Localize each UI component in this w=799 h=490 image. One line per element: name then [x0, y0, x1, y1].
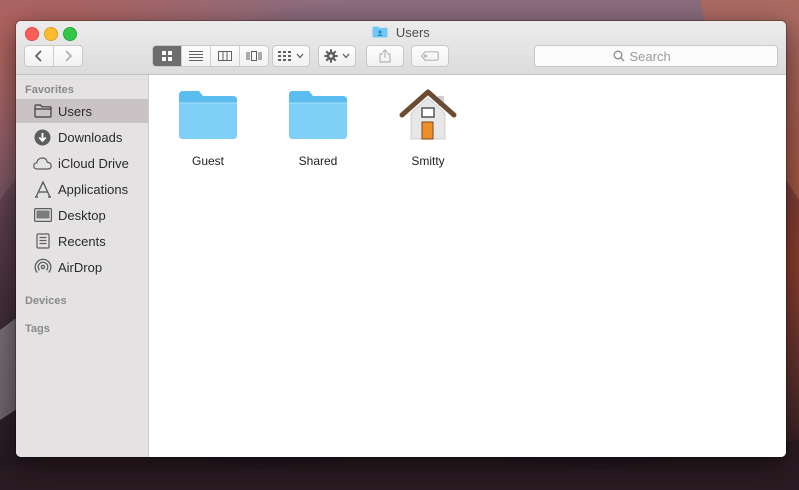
- sidebar-item-downloads[interactable]: Downloads: [16, 125, 148, 149]
- download-icon: [34, 129, 51, 145]
- file-browser: Guest Shared Smitty: [149, 75, 786, 457]
- gear-icon: [324, 49, 338, 63]
- list-view-button[interactable]: [182, 46, 211, 66]
- home-icon: [399, 89, 457, 140]
- chevron-down-icon: [342, 53, 350, 59]
- sidebar-item-label: iCloud Drive: [58, 155, 129, 171]
- file-name: Smitty: [411, 154, 445, 168]
- recents-icon: [35, 233, 50, 249]
- favorites-heading: Favorites: [25, 84, 74, 96]
- arrange-grid-icon: [278, 51, 291, 61]
- share-icon: [379, 49, 391, 63]
- sidebar-item-label: Downloads: [58, 129, 123, 145]
- sidebar-item-label: AirDrop: [58, 259, 103, 275]
- view-switcher: [152, 45, 269, 67]
- folder-icon: [372, 26, 388, 38]
- file-item-smitty[interactable]: Smitty: [383, 89, 473, 168]
- chevron-left-icon: [34, 50, 42, 62]
- applications-icon: [34, 180, 51, 198]
- share-button[interactable]: [366, 45, 404, 67]
- sidebar-item-recents[interactable]: Recents: [16, 229, 148, 253]
- column-view-button[interactable]: [211, 46, 240, 66]
- sidebar-item-label: Recents: [58, 233, 106, 249]
- cover-flow-button[interactable]: [240, 46, 268, 66]
- finder-window: Users Search Favorites Users Downloads i…: [16, 21, 786, 457]
- sidebar-item-airdrop[interactable]: AirDrop: [16, 255, 148, 279]
- list-view-icon: [189, 51, 203, 61]
- chevron-right-icon: [65, 50, 73, 62]
- search-icon: [613, 50, 624, 62]
- action-button[interactable]: [318, 45, 356, 67]
- file-name: Guest: [191, 154, 224, 168]
- icon-view-button[interactable]: [153, 46, 182, 66]
- window-title-text: Users: [395, 25, 430, 40]
- cloud-icon: [33, 156, 52, 170]
- arrange-button[interactable]: [272, 45, 310, 67]
- airdrop-icon: [34, 258, 51, 273]
- sidebar-item-label: Applications: [58, 181, 129, 197]
- search-field[interactable]: [534, 45, 778, 67]
- sidebar-item-desktop[interactable]: Desktop: [16, 203, 148, 227]
- window-title: Users: [16, 24, 786, 42]
- desktop-icon: [33, 208, 52, 222]
- file-item-guest[interactable]: Guest: [163, 89, 253, 168]
- titlebar: Users: [16, 21, 786, 75]
- icon-view-icon: [162, 51, 172, 61]
- sidebar-item-users[interactable]: Users: [16, 99, 148, 123]
- sidebar-item-label: Desktop: [58, 207, 106, 223]
- devices-heading: Devices: [25, 295, 67, 307]
- cover-flow-icon: [246, 51, 262, 61]
- chevron-down-icon: [296, 53, 304, 59]
- sidebar-item-applications[interactable]: Applications: [16, 177, 148, 201]
- folder-icon: [33, 104, 52, 118]
- back-button[interactable]: [25, 46, 54, 66]
- file-name: Shared: [298, 154, 338, 168]
- folder-icon: [179, 91, 237, 139]
- sidebar-item-icloud-drive[interactable]: iCloud Drive: [16, 151, 148, 175]
- tag-icon: [421, 51, 439, 61]
- nav-buttons: [24, 45, 83, 67]
- tags-heading: Tags: [25, 323, 50, 335]
- column-view-icon: [218, 51, 232, 61]
- sidebar: Favorites Users Downloads iCloud Drive A…: [16, 75, 149, 457]
- search-input[interactable]: [629, 48, 700, 64]
- forward-button[interactable]: [54, 46, 82, 66]
- folder-icon: [289, 91, 347, 139]
- sidebar-item-label: Users: [58, 103, 92, 119]
- tag-button[interactable]: [411, 45, 449, 67]
- file-item-shared[interactable]: Shared: [273, 89, 363, 168]
